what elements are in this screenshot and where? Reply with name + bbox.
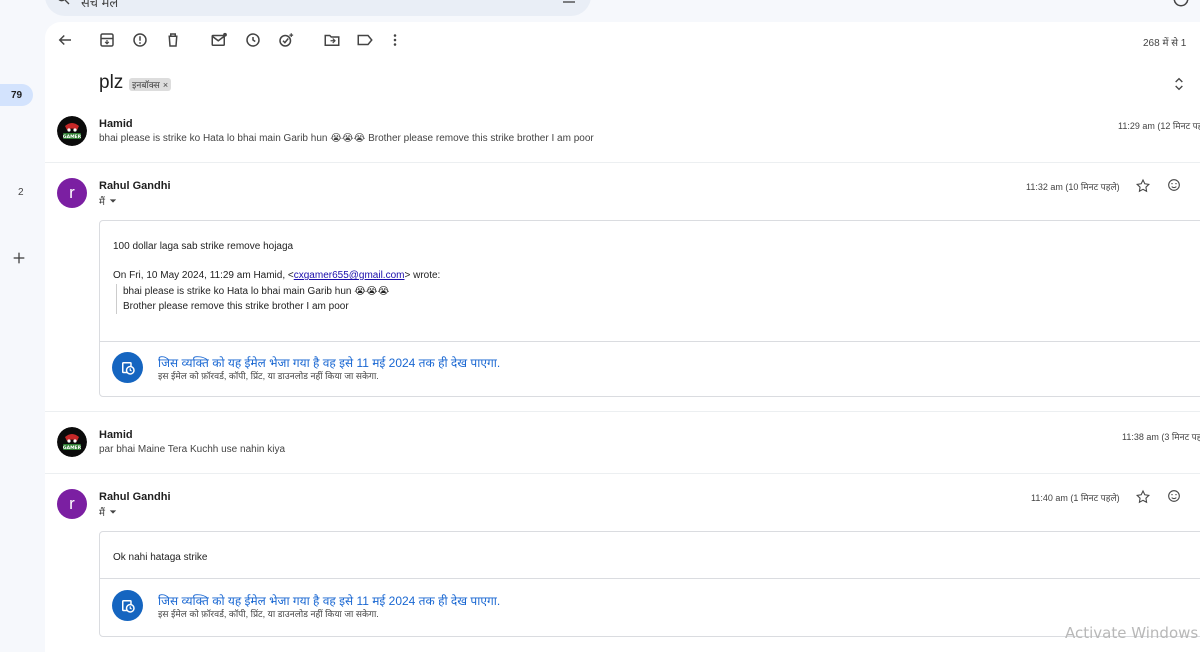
- emoji-react-icon[interactable]: [1166, 177, 1182, 193]
- message-view: 268 में से 1 plz इनबॉक्स × GAMER Hamid b…: [45, 22, 1200, 652]
- labels-button[interactable]: [354, 29, 376, 51]
- clock-icon: [246, 33, 260, 47]
- star-icon[interactable]: [1135, 489, 1151, 505]
- sender-avatar[interactable]: GAMER: [57, 116, 87, 146]
- move-to-button[interactable]: [321, 29, 343, 51]
- sender-avatar[interactable]: GAMER: [57, 427, 87, 457]
- search-input[interactable]: सर्च मेल: [81, 0, 118, 11]
- more-vert-icon: [393, 34, 397, 46]
- sender-avatar[interactable]: r: [57, 489, 87, 519]
- search-options-icon[interactable]: [561, 0, 577, 6]
- message-divider: [45, 411, 1200, 412]
- gamer-logo-icon: GAMER: [57, 116, 87, 146]
- confidential-divider: [100, 578, 1200, 579]
- archive-button[interactable]: [96, 29, 118, 51]
- quoted-text: bhai please is strike ko Hata lo bhai ma…: [116, 284, 389, 314]
- quote-header-suffix: > wrote:: [404, 270, 441, 281]
- confidential-mode-icon: [112, 590, 143, 621]
- quoted-email-link[interactable]: cxgamer655@gmail.com: [294, 270, 405, 281]
- recipient-details[interactable]: मैं: [99, 194, 117, 208]
- sender-avatar[interactable]: r: [57, 178, 87, 208]
- message-snippet[interactable]: par bhai Maine Tera Kuchh use nahin kiya: [99, 444, 285, 455]
- svg-text:GAMER: GAMER: [63, 134, 82, 140]
- confidential-subtitle: इस ईमेल को फ़ॉरवर्ड, कॉपी, प्रिंट, या डा…: [158, 609, 379, 619]
- new-label-plus-icon[interactable]: [11, 250, 27, 266]
- report-spam-icon: [133, 33, 147, 47]
- dropdown-arrow-icon: [109, 510, 117, 514]
- sender-name[interactable]: Rahul Gandhi: [99, 491, 171, 503]
- activate-windows-watermark: Activate Windows: [1065, 624, 1199, 642]
- quoted-line: Brother please remove this strike brothe…: [123, 301, 349, 312]
- message-time: 11:32 am (10 मिनट पहले): [1026, 182, 1120, 192]
- trash-icon: [168, 33, 178, 47]
- recipient-text: मैं: [99, 508, 105, 519]
- recipient-details[interactable]: मैं: [99, 505, 117, 519]
- snooze-button[interactable]: [242, 29, 264, 51]
- inbox-count-badge[interactable]: 79: [0, 84, 33, 106]
- help-icon[interactable]: [1172, 0, 1190, 8]
- search-icon[interactable]: [55, 0, 71, 6]
- remove-label-icon[interactable]: ×: [163, 80, 168, 90]
- sender-name[interactable]: Hamid: [99, 118, 133, 130]
- svg-text:GAMER: GAMER: [63, 445, 82, 451]
- report-spam-button[interactable]: [129, 29, 151, 51]
- quote-header: On Fri, 10 May 2024, 11:29 am Hamid, <cx…: [113, 270, 440, 281]
- message-body-text: Ok nahi hataga strike: [113, 552, 208, 563]
- label-chip-text: इनबॉक्स: [132, 80, 160, 90]
- sender-name[interactable]: Rahul Gandhi: [99, 180, 171, 192]
- quoted-line: bhai please is strike ko Hata lo bhai ma…: [123, 286, 390, 297]
- search-bar[interactable]: सर्च मेल: [45, 0, 591, 16]
- quote-header-prefix: On Fri, 10 May 2024, 11:29 am Hamid, <: [113, 270, 294, 281]
- add-task-icon: [279, 33, 294, 47]
- mark-unread-button[interactable]: [208, 29, 230, 51]
- message-time: 11:38 am (3 मिनट पहले): [1122, 432, 1200, 442]
- recipient-text: मैं: [99, 197, 105, 208]
- message-body: 100 dollar laga sab strike remove hojaga…: [99, 220, 1200, 397]
- message-body-text: 100 dollar laga sab strike remove hojaga: [113, 241, 294, 252]
- confidential-mode-icon: [112, 352, 143, 383]
- message-snippet[interactable]: bhai please is strike ko Hata lo bhai ma…: [99, 133, 594, 144]
- sender-name[interactable]: Hamid: [99, 429, 133, 441]
- thread-subject: plz: [99, 72, 124, 93]
- folder-count[interactable]: 2: [18, 187, 24, 198]
- message-time: 11:29 am (12 मिनट पहले): [1118, 121, 1200, 131]
- expand-all-icon[interactable]: [1171, 76, 1187, 92]
- archive-icon: [100, 33, 114, 47]
- inbox-label-chip[interactable]: इनबॉक्स ×: [129, 78, 172, 91]
- add-to-tasks-button[interactable]: [275, 29, 297, 51]
- arrow-back-icon: [58, 34, 71, 46]
- confidential-divider: [100, 341, 1200, 342]
- message-body: Ok nahi hataga strike जिस व्यक्ति को यह …: [99, 531, 1200, 637]
- mark-unread-icon: [211, 32, 227, 46]
- gamer-logo-icon: GAMER: [57, 427, 87, 457]
- dropdown-arrow-icon: [109, 199, 117, 203]
- back-button[interactable]: [54, 29, 76, 51]
- message-time: 11:40 am (1 मिनट पहले): [1031, 493, 1120, 503]
- message-divider: [45, 162, 1200, 163]
- more-options-button[interactable]: [384, 29, 406, 51]
- emoji-react-icon[interactable]: [1166, 488, 1182, 504]
- delete-button[interactable]: [162, 29, 184, 51]
- pagination-text: 268 में से 1: [1143, 38, 1187, 49]
- label-icon: [357, 34, 373, 46]
- message-divider: [45, 473, 1200, 474]
- folder-move-icon: [324, 34, 340, 46]
- star-icon[interactable]: [1135, 178, 1151, 194]
- confidential-subtitle: इस ईमेल को फ़ॉरवर्ड, कॉपी, प्रिंट, या डा…: [158, 371, 379, 381]
